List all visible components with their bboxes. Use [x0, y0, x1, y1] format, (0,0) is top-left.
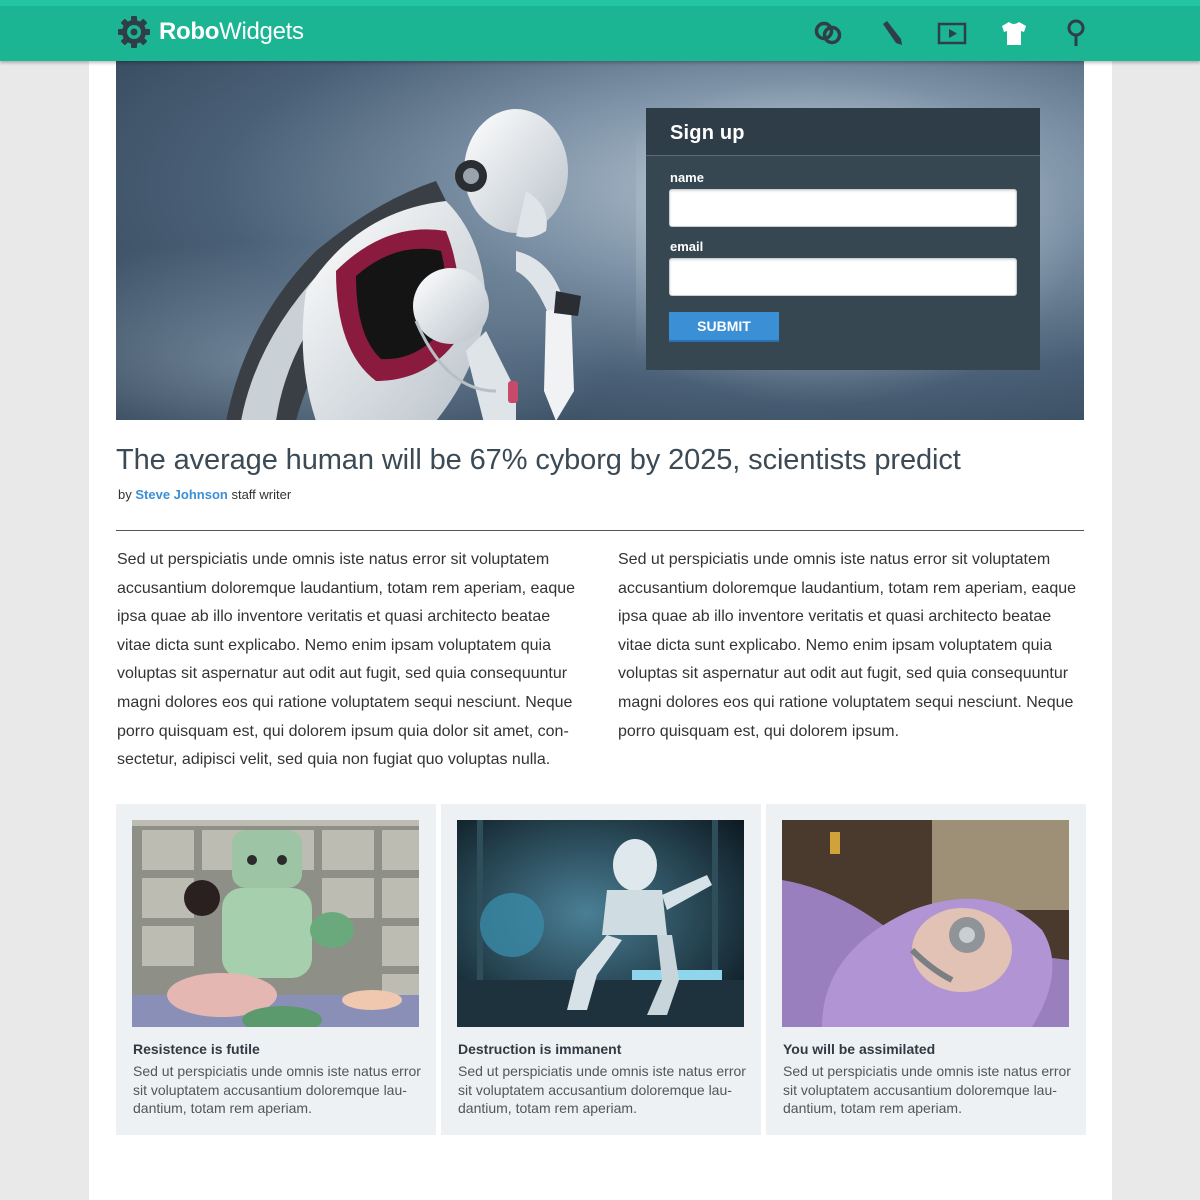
nav-location-button[interactable]	[1060, 17, 1092, 49]
video-icon	[937, 22, 967, 45]
nav-edit-button[interactable]	[874, 17, 906, 49]
nav-icons	[782, 17, 1092, 49]
location-pin-icon	[1067, 19, 1085, 46]
author-link[interactable]: Steve Johnson	[135, 487, 227, 502]
card-text: Sed ut perspiciatis unde omnis iste natu…	[458, 1063, 746, 1116]
link-icon	[814, 21, 842, 45]
nav-video-button[interactable]	[936, 17, 968, 49]
submit-button[interactable]: SUBMIT	[669, 312, 779, 342]
brand-name: RoboWidgets	[159, 18, 304, 46]
card-text: Sed ut perspiciatis unde omnis iste natu…	[133, 1063, 421, 1116]
card-image-robot-carrying-person	[132, 820, 419, 1027]
signup-form: Sign up name email SUBMIT	[646, 108, 1040, 370]
nav-shop-button[interactable]	[998, 17, 1030, 49]
story-card[interactable]: Destruction is immanent Sed ut perspicia…	[441, 804, 761, 1135]
email-label: email	[670, 239, 704, 254]
article-column-right: Sed ut perspiciatis unde omnis iste natu…	[618, 551, 1077, 740]
gear-logo-icon	[118, 16, 150, 48]
divider	[116, 530, 1084, 531]
card-title: You will be assimilated	[783, 1041, 936, 1057]
article-column-left: Sed ut perspiciatis unde omnis iste natu…	[117, 551, 576, 769]
story-card[interactable]: Resistence is futile Sed ut perspiciatis…	[116, 804, 436, 1135]
hero-image: Sign up name email SUBMIT	[116, 61, 1084, 420]
author-role: staff writer	[231, 487, 292, 502]
email-input[interactable]	[669, 258, 1017, 296]
card-title: Resistence is futile	[133, 1041, 260, 1057]
signup-header: Sign up	[646, 108, 1040, 156]
brand-name-bold: Robo	[159, 18, 220, 45]
story-card[interactable]: You will be assimilated Sed ut perspicia…	[766, 804, 1086, 1135]
byline-prefix: by	[118, 487, 132, 502]
card-text: Sed ut perspiciatis unde omnis iste natu…	[783, 1063, 1071, 1116]
nav-link-button[interactable]	[812, 17, 844, 49]
tshirt-icon	[1002, 22, 1026, 45]
signup-title: Sign up	[670, 122, 745, 144]
logo[interactable]: RoboWidgets	[116, 14, 304, 50]
thinking-robot-illustration	[226, 109, 581, 420]
brand-name-light: Widgets	[219, 18, 304, 45]
pencil-icon	[883, 21, 902, 45]
name-input[interactable]	[669, 189, 1017, 227]
card-title: Destruction is immanent	[458, 1041, 622, 1057]
name-label: name	[670, 170, 704, 185]
top-navigation-bar: RoboWidgets	[0, 0, 1200, 61]
card-image-cyborg-baby	[782, 820, 1069, 1027]
card-image-crouching-robot	[457, 820, 744, 1027]
article-headline: The average human will be 67% cyborg by …	[116, 444, 961, 476]
byline: by Steve Johnson staff writer	[118, 487, 291, 502]
